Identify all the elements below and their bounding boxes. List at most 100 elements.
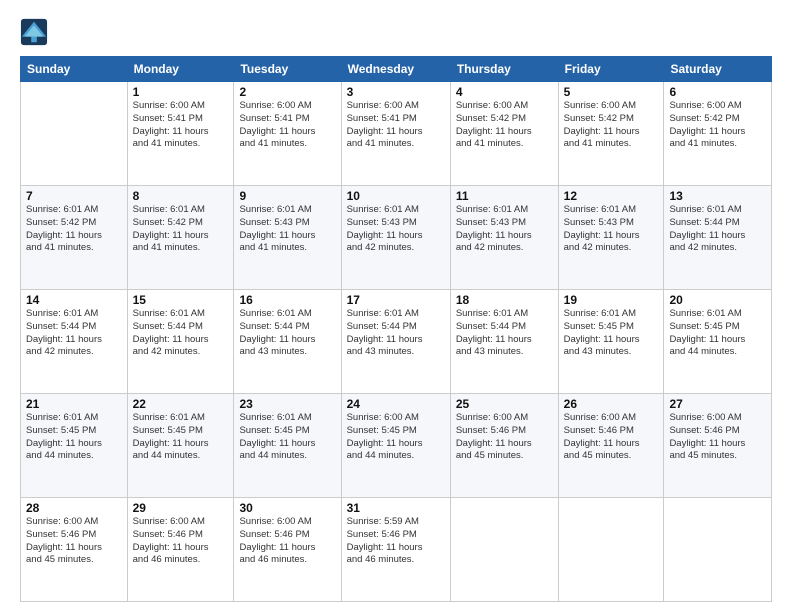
day-info: Sunrise: 6:01 AMSunset: 5:44 PMDaylight:… <box>239 308 335 359</box>
day-cell: 21Sunrise: 6:01 AMSunset: 5:45 PMDayligh… <box>21 394 128 498</box>
day-info: Sunrise: 6:01 AMSunset: 5:44 PMDaylight:… <box>347 308 445 359</box>
day-number: 8 <box>133 189 229 203</box>
day-info: Sunrise: 6:01 AMSunset: 5:43 PMDaylight:… <box>347 204 445 255</box>
day-number: 31 <box>347 501 445 515</box>
calendar-header: SundayMondayTuesdayWednesdayThursdayFrid… <box>21 57 772 82</box>
day-cell: 27Sunrise: 6:00 AMSunset: 5:46 PMDayligh… <box>664 394 772 498</box>
day-info: Sunrise: 6:01 AMSunset: 5:44 PMDaylight:… <box>456 308 553 359</box>
day-info: Sunrise: 6:00 AMSunset: 5:41 PMDaylight:… <box>239 100 335 151</box>
day-info: Sunrise: 5:59 AMSunset: 5:46 PMDaylight:… <box>347 516 445 567</box>
day-header-tuesday: Tuesday <box>234 57 341 82</box>
day-info: Sunrise: 6:00 AMSunset: 5:42 PMDaylight:… <box>669 100 766 151</box>
day-cell: 15Sunrise: 6:01 AMSunset: 5:44 PMDayligh… <box>127 290 234 394</box>
day-cell: 13Sunrise: 6:01 AMSunset: 5:44 PMDayligh… <box>664 186 772 290</box>
day-cell: 19Sunrise: 6:01 AMSunset: 5:45 PMDayligh… <box>558 290 664 394</box>
calendar-page: SundayMondayTuesdayWednesdayThursdayFrid… <box>0 0 792 612</box>
day-info: Sunrise: 6:00 AMSunset: 5:41 PMDaylight:… <box>133 100 229 151</box>
day-number: 1 <box>133 85 229 99</box>
day-number: 21 <box>26 397 122 411</box>
day-cell: 20Sunrise: 6:01 AMSunset: 5:45 PMDayligh… <box>664 290 772 394</box>
day-number: 17 <box>347 293 445 307</box>
day-info: Sunrise: 6:00 AMSunset: 5:41 PMDaylight:… <box>347 100 445 151</box>
day-info: Sunrise: 6:01 AMSunset: 5:45 PMDaylight:… <box>26 412 122 463</box>
day-number: 4 <box>456 85 553 99</box>
day-info: Sunrise: 6:00 AMSunset: 5:46 PMDaylight:… <box>26 516 122 567</box>
calendar-body: 1Sunrise: 6:00 AMSunset: 5:41 PMDaylight… <box>21 82 772 602</box>
day-cell <box>450 498 558 602</box>
day-cell: 30Sunrise: 6:00 AMSunset: 5:46 PMDayligh… <box>234 498 341 602</box>
day-info: Sunrise: 6:01 AMSunset: 5:42 PMDaylight:… <box>133 204 229 255</box>
week-row-4: 21Sunrise: 6:01 AMSunset: 5:45 PMDayligh… <box>21 394 772 498</box>
logo-icon <box>20 18 48 46</box>
day-number: 27 <box>669 397 766 411</box>
day-cell: 6Sunrise: 6:00 AMSunset: 5:42 PMDaylight… <box>664 82 772 186</box>
day-number: 14 <box>26 293 122 307</box>
day-number: 24 <box>347 397 445 411</box>
day-cell: 9Sunrise: 6:01 AMSunset: 5:43 PMDaylight… <box>234 186 341 290</box>
day-cell <box>558 498 664 602</box>
day-header-thursday: Thursday <box>450 57 558 82</box>
header <box>20 18 772 46</box>
day-number: 15 <box>133 293 229 307</box>
day-info: Sunrise: 6:01 AMSunset: 5:43 PMDaylight:… <box>564 204 659 255</box>
day-cell: 8Sunrise: 6:01 AMSunset: 5:42 PMDaylight… <box>127 186 234 290</box>
week-row-5: 28Sunrise: 6:00 AMSunset: 5:46 PMDayligh… <box>21 498 772 602</box>
day-header-friday: Friday <box>558 57 664 82</box>
calendar-table: SundayMondayTuesdayWednesdayThursdayFrid… <box>20 56 772 602</box>
day-cell <box>21 82 128 186</box>
day-number: 11 <box>456 189 553 203</box>
day-number: 9 <box>239 189 335 203</box>
day-number: 23 <box>239 397 335 411</box>
day-cell: 24Sunrise: 6:00 AMSunset: 5:45 PMDayligh… <box>341 394 450 498</box>
day-cell: 4Sunrise: 6:00 AMSunset: 5:42 PMDaylight… <box>450 82 558 186</box>
day-cell: 28Sunrise: 6:00 AMSunset: 5:46 PMDayligh… <box>21 498 128 602</box>
day-cell: 26Sunrise: 6:00 AMSunset: 5:46 PMDayligh… <box>558 394 664 498</box>
day-info: Sunrise: 6:01 AMSunset: 5:43 PMDaylight:… <box>239 204 335 255</box>
day-info: Sunrise: 6:00 AMSunset: 5:42 PMDaylight:… <box>456 100 553 151</box>
day-cell: 1Sunrise: 6:00 AMSunset: 5:41 PMDaylight… <box>127 82 234 186</box>
day-number: 13 <box>669 189 766 203</box>
day-number: 26 <box>564 397 659 411</box>
day-number: 19 <box>564 293 659 307</box>
day-number: 20 <box>669 293 766 307</box>
day-info: Sunrise: 6:01 AMSunset: 5:44 PMDaylight:… <box>669 204 766 255</box>
day-cell: 11Sunrise: 6:01 AMSunset: 5:43 PMDayligh… <box>450 186 558 290</box>
day-info: Sunrise: 6:01 AMSunset: 5:44 PMDaylight:… <box>133 308 229 359</box>
day-number: 16 <box>239 293 335 307</box>
day-number: 29 <box>133 501 229 515</box>
day-number: 7 <box>26 189 122 203</box>
day-info: Sunrise: 6:01 AMSunset: 5:42 PMDaylight:… <box>26 204 122 255</box>
day-info: Sunrise: 6:00 AMSunset: 5:46 PMDaylight:… <box>669 412 766 463</box>
day-header-monday: Monday <box>127 57 234 82</box>
day-info: Sunrise: 6:00 AMSunset: 5:46 PMDaylight:… <box>133 516 229 567</box>
day-header-sunday: Sunday <box>21 57 128 82</box>
day-cell: 23Sunrise: 6:01 AMSunset: 5:45 PMDayligh… <box>234 394 341 498</box>
day-info: Sunrise: 6:00 AMSunset: 5:45 PMDaylight:… <box>347 412 445 463</box>
day-cell: 16Sunrise: 6:01 AMSunset: 5:44 PMDayligh… <box>234 290 341 394</box>
day-cell: 12Sunrise: 6:01 AMSunset: 5:43 PMDayligh… <box>558 186 664 290</box>
day-number: 3 <box>347 85 445 99</box>
logo <box>20 18 50 46</box>
day-info: Sunrise: 6:01 AMSunset: 5:45 PMDaylight:… <box>564 308 659 359</box>
day-number: 2 <box>239 85 335 99</box>
day-cell: 3Sunrise: 6:00 AMSunset: 5:41 PMDaylight… <box>341 82 450 186</box>
day-cell: 7Sunrise: 6:01 AMSunset: 5:42 PMDaylight… <box>21 186 128 290</box>
day-info: Sunrise: 6:01 AMSunset: 5:45 PMDaylight:… <box>133 412 229 463</box>
day-number: 30 <box>239 501 335 515</box>
day-number: 25 <box>456 397 553 411</box>
week-row-1: 1Sunrise: 6:00 AMSunset: 5:41 PMDaylight… <box>21 82 772 186</box>
day-number: 12 <box>564 189 659 203</box>
day-cell: 14Sunrise: 6:01 AMSunset: 5:44 PMDayligh… <box>21 290 128 394</box>
day-cell: 10Sunrise: 6:01 AMSunset: 5:43 PMDayligh… <box>341 186 450 290</box>
day-cell: 25Sunrise: 6:00 AMSunset: 5:46 PMDayligh… <box>450 394 558 498</box>
day-info: Sunrise: 6:01 AMSunset: 5:45 PMDaylight:… <box>669 308 766 359</box>
day-header-saturday: Saturday <box>664 57 772 82</box>
day-cell: 29Sunrise: 6:00 AMSunset: 5:46 PMDayligh… <box>127 498 234 602</box>
day-info: Sunrise: 6:00 AMSunset: 5:42 PMDaylight:… <box>564 100 659 151</box>
day-info: Sunrise: 6:01 AMSunset: 5:44 PMDaylight:… <box>26 308 122 359</box>
day-info: Sunrise: 6:00 AMSunset: 5:46 PMDaylight:… <box>239 516 335 567</box>
day-info: Sunrise: 6:01 AMSunset: 5:45 PMDaylight:… <box>239 412 335 463</box>
day-info: Sunrise: 6:01 AMSunset: 5:43 PMDaylight:… <box>456 204 553 255</box>
day-cell: 22Sunrise: 6:01 AMSunset: 5:45 PMDayligh… <box>127 394 234 498</box>
day-number: 10 <box>347 189 445 203</box>
